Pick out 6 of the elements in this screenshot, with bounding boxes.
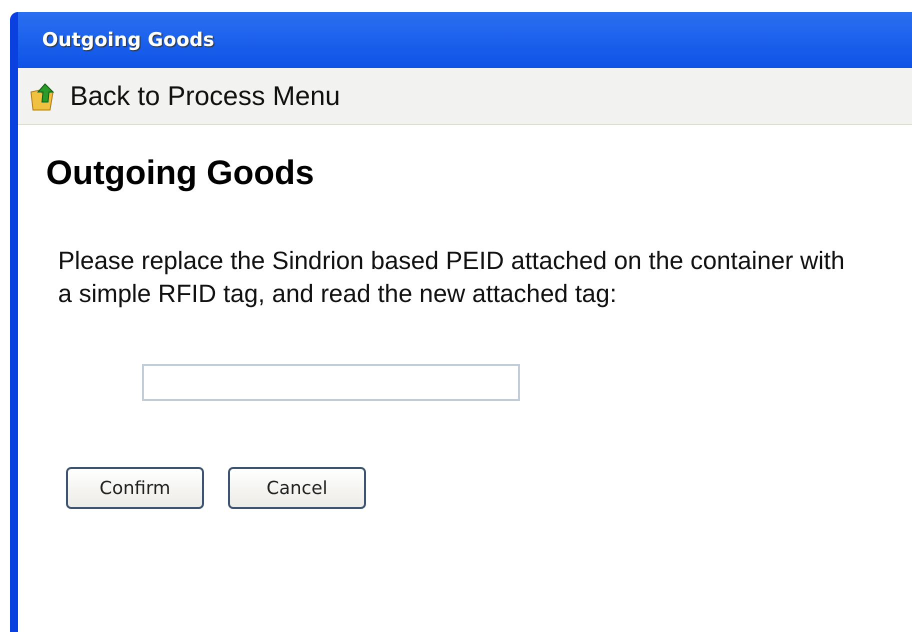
instruction-text: Please replace the Sindrion based PEID attached on the container with a simple RFID tag, and read the new attached tag:	[58, 246, 846, 310]
confirm-button[interactable]: Confirm	[66, 467, 204, 509]
tag-input-field[interactable]	[142, 364, 520, 401]
page-heading: Outgoing Goods	[46, 153, 316, 193]
window-title: Outgoing Goods	[42, 28, 214, 53]
cancel-button[interactable]: Cancel	[228, 467, 366, 509]
